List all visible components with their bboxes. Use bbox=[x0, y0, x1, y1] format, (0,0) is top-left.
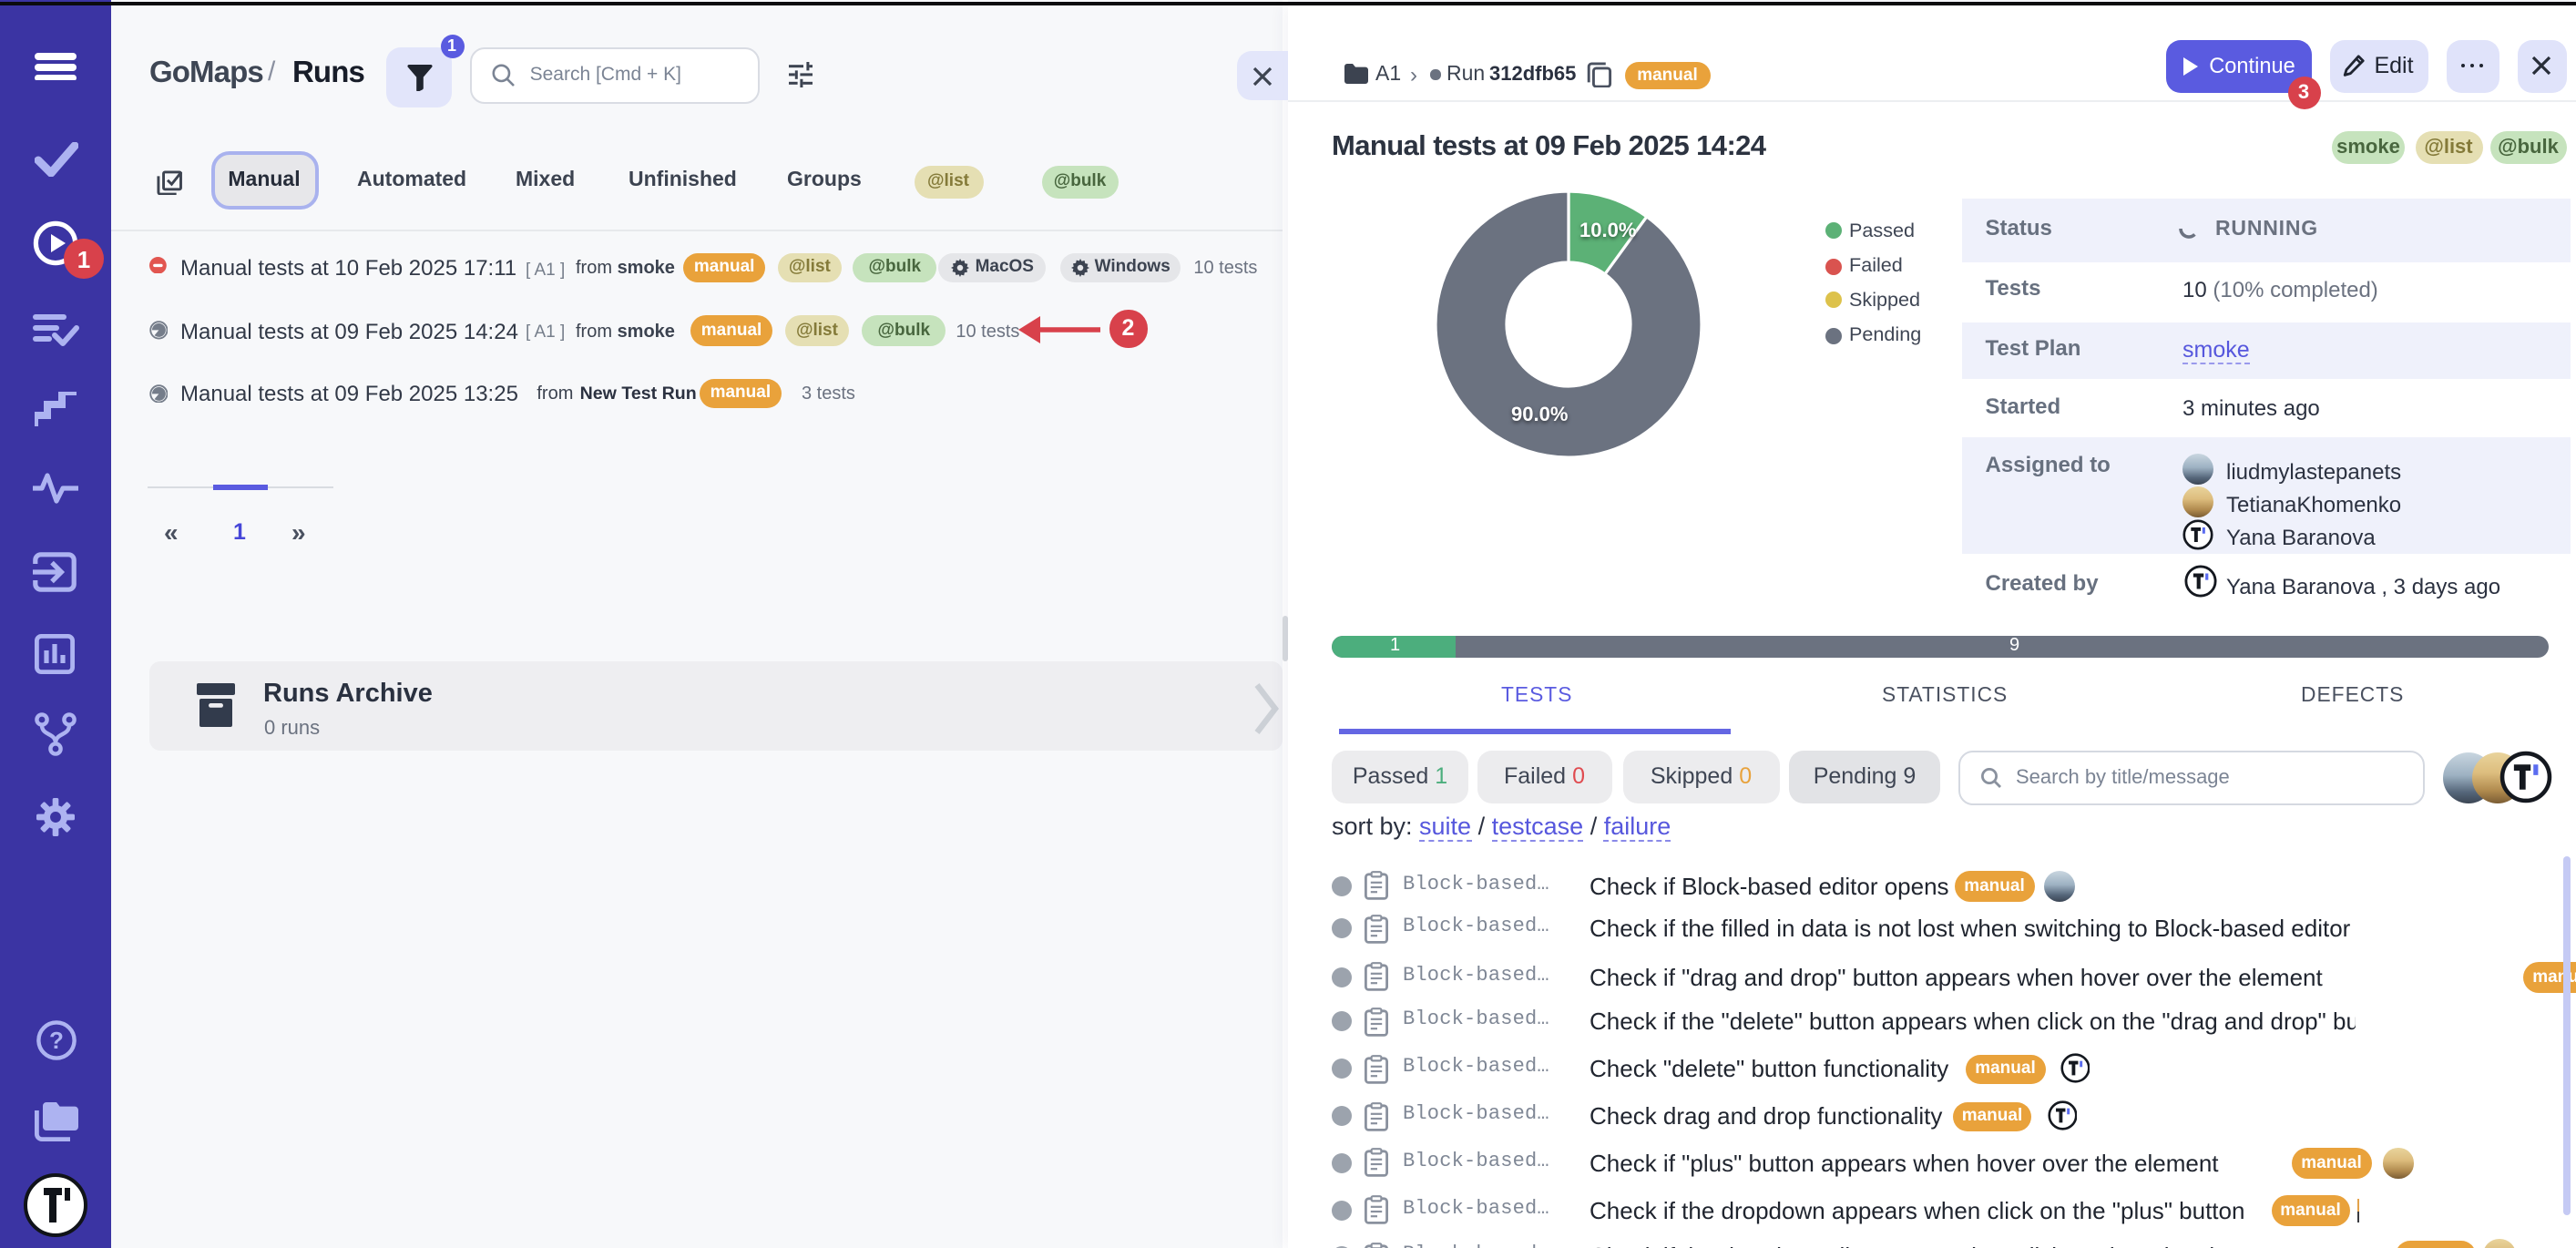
svg-text:?: ? bbox=[49, 1027, 64, 1054]
